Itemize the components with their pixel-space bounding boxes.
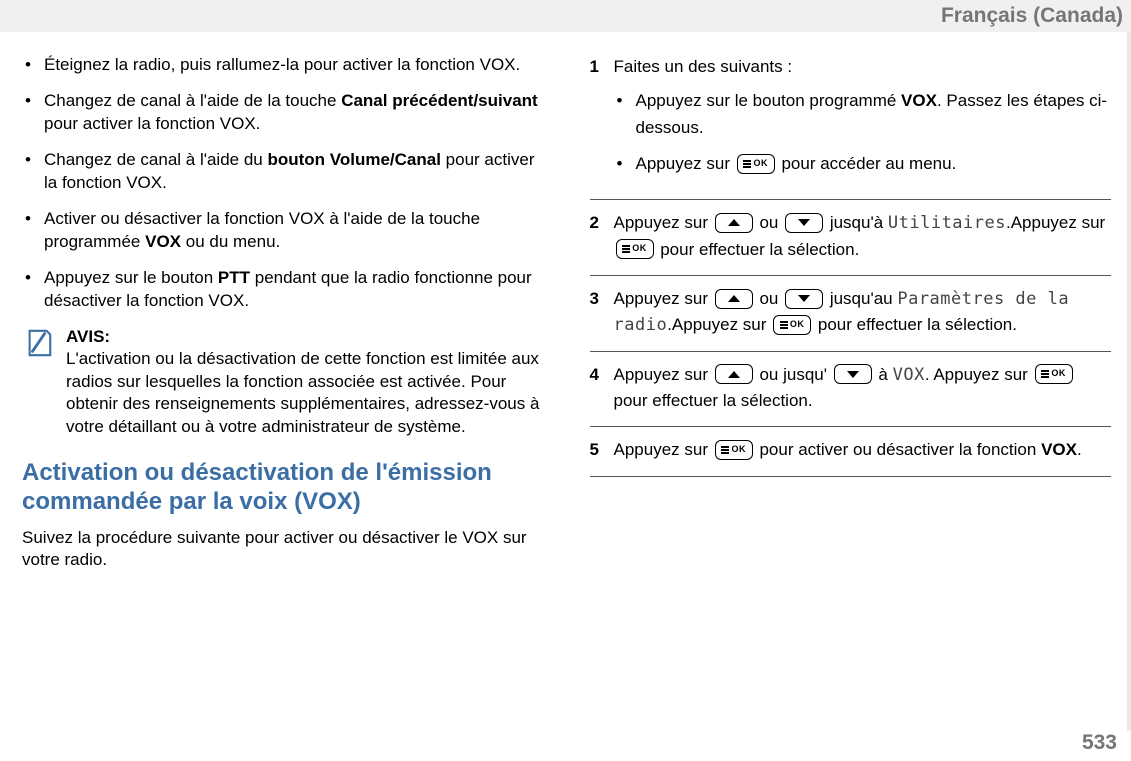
notice-body: AVIS: L'activation ou la désactivation d… xyxy=(66,326,544,438)
notice-block: AVIS: L'activation ou la désactivation d… xyxy=(22,326,544,438)
text: ou jusqu' xyxy=(755,365,832,384)
text: Appuyez sur xyxy=(614,365,713,384)
text: pour effectuer la sélection. xyxy=(656,240,860,259)
text: jusqu'à xyxy=(825,213,888,232)
text: .Appuyez sur xyxy=(667,315,771,334)
list-item: Appuyez sur le bouton PTT pendant que la… xyxy=(22,267,544,312)
text: ou xyxy=(755,213,783,232)
text: jusqu'au xyxy=(825,289,897,308)
text: Appuyez sur xyxy=(614,213,713,232)
header-bar: Français (Canada) xyxy=(0,0,1131,32)
up-key-icon xyxy=(715,364,753,384)
menu-ok-key-icon: OK xyxy=(773,315,811,335)
list-item: Activer ou désactiver la fonction VOX à … xyxy=(22,208,544,253)
text: Appuyez sur xyxy=(636,154,735,173)
intro-paragraph: Suivez la procédure suivante pour active… xyxy=(22,527,544,572)
text: Appuyez sur xyxy=(614,289,713,308)
menu-ok-key-icon: OK xyxy=(715,440,753,460)
lcd-text: Utilitaires xyxy=(888,213,1006,233)
bold-text: VOX xyxy=(1041,440,1077,459)
down-key-icon xyxy=(785,213,823,233)
text: pour effectuer la sélection. xyxy=(614,391,813,410)
bold-text: VOX xyxy=(901,91,937,110)
menu-ok-key-icon: OK xyxy=(616,239,654,259)
text: .Appuyez sur xyxy=(1006,213,1105,232)
page-body: Éteignez la radio, puis rallumez-la pour… xyxy=(0,32,1131,731)
step-2: Appuyez sur ou jusqu'à Utilitaires.Appuy… xyxy=(590,200,1112,276)
bold-text: bouton Volume/Canal xyxy=(267,150,440,169)
menu-ok-key-icon: OK xyxy=(737,154,775,174)
step-3: Appuyez sur ou jusqu'au Paramètres de la… xyxy=(590,276,1112,352)
note-icon xyxy=(24,328,54,358)
text: Éteignez la radio, puis rallumez-la pour… xyxy=(44,55,520,74)
text: à xyxy=(874,365,893,384)
text: Appuyez sur xyxy=(614,440,713,459)
list-item: Éteignez la radio, puis rallumez-la pour… xyxy=(22,54,544,76)
up-key-icon xyxy=(715,289,753,309)
menu-ok-key-icon: OK xyxy=(1035,364,1073,384)
text: ou xyxy=(755,289,783,308)
text: ou du menu. xyxy=(181,232,280,251)
page-number: 533 xyxy=(1082,731,1117,755)
list-item: Appuyez sur le bouton programmé VOX. Pas… xyxy=(614,88,1112,141)
left-column: Éteignez la radio, puis rallumez-la pour… xyxy=(22,54,544,721)
right-margin-strip xyxy=(1127,32,1131,731)
text: pour effectuer la sélection. xyxy=(813,315,1017,334)
down-key-icon xyxy=(834,364,872,384)
list-item: Changez de canal à l'aide de la touche C… xyxy=(22,90,544,135)
text: Changez de canal à l'aide de la touche xyxy=(44,91,341,110)
lcd-text: VOX xyxy=(893,365,925,385)
text: . xyxy=(1077,440,1082,459)
procedure-steps: Faites un des suivants : Appuyez sur le … xyxy=(590,54,1112,477)
text: pour activer la fonction VOX. xyxy=(44,114,260,133)
text: . Appuyez sur xyxy=(925,365,1033,384)
language-label: Français (Canada) xyxy=(941,4,1123,28)
step-lead: Faites un des suivants : xyxy=(614,57,793,76)
step-1: Faites un des suivants : Appuyez sur le … xyxy=(590,54,1112,200)
list-item: Changez de canal à l'aide du bouton Volu… xyxy=(22,149,544,194)
notice-title: AVIS: xyxy=(66,327,110,346)
step1-options: Appuyez sur le bouton programmé VOX. Pas… xyxy=(614,88,1112,177)
text: pour activer ou désactiver la fonction xyxy=(755,440,1041,459)
section-heading: Activation ou désactivation de l'émissio… xyxy=(22,458,544,517)
notice-text: L'activation ou la désactivation de cett… xyxy=(66,349,539,435)
vox-notes-list: Éteignez la radio, puis rallumez-la pour… xyxy=(22,54,544,312)
down-key-icon xyxy=(785,289,823,309)
bold-text: PTT xyxy=(218,268,250,287)
bold-text: VOX xyxy=(145,232,181,251)
step-4: Appuyez sur ou jusqu' à VOX. Appuyez sur… xyxy=(590,352,1112,428)
step-5: Appuyez sur OK pour activer ou désactive… xyxy=(590,427,1112,476)
text: Appuyez sur le bouton programmé xyxy=(636,91,902,110)
text: pour accéder au menu. xyxy=(777,154,957,173)
bold-text: Canal précédent/suivant xyxy=(341,91,538,110)
text: Changez de canal à l'aide du xyxy=(44,150,267,169)
right-column: Faites un des suivants : Appuyez sur le … xyxy=(590,54,1112,721)
up-key-icon xyxy=(715,213,753,233)
list-item: Appuyez sur OK pour accéder au menu. xyxy=(614,151,1112,177)
text: Appuyez sur le bouton xyxy=(44,268,218,287)
